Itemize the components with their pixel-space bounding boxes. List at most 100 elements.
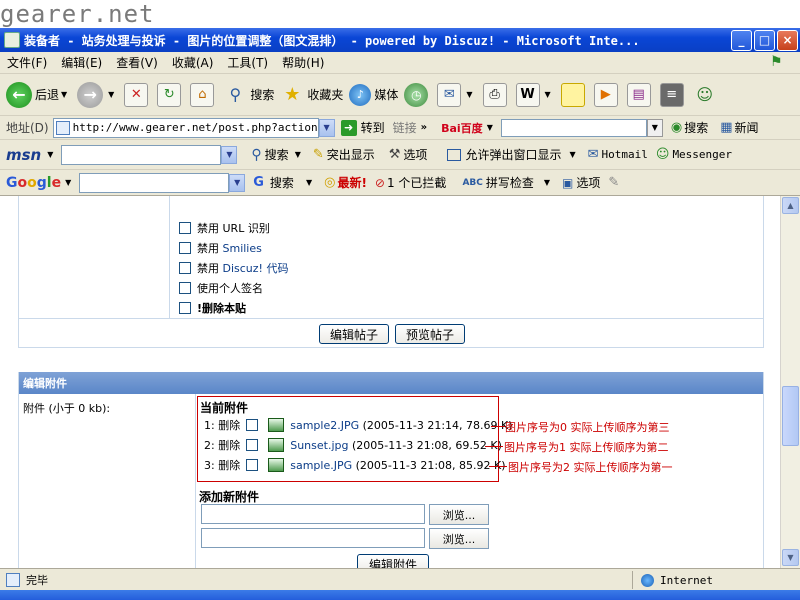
- chevron-down-icon[interactable]: ▼: [569, 150, 575, 159]
- baidu-news-button[interactable]: ▦ 新闻: [720, 119, 758, 136]
- google-logo[interactable]: Google: [6, 175, 61, 191]
- option-disable-discuz-code[interactable]: 禁用 Discuz! 代码: [179, 260, 288, 276]
- edit-attachment-button[interactable]: 编辑附件: [357, 554, 429, 568]
- attachment-filename-link[interactable]: sample.JPG: [290, 459, 352, 472]
- attachment-filename-link[interactable]: sample2.JPG: [290, 419, 359, 432]
- msn-search-button[interactable]: ⚲ 搜索 ▼: [251, 146, 304, 163]
- attachment-filename-link[interactable]: Sunset.jpg: [290, 439, 348, 452]
- home-button[interactable]: ⌂: [190, 82, 217, 107]
- minimize-button[interactable]: _: [731, 29, 752, 51]
- messenger-button[interactable]: ☺ Messenger: [656, 147, 732, 162]
- links-label[interactable]: 链接: [393, 119, 417, 136]
- search-icon: ⚲: [251, 146, 262, 163]
- chevron-down-icon[interactable]: ▼: [306, 178, 312, 187]
- chevron-down-icon[interactable]: ▼: [487, 123, 493, 132]
- baidu-logo[interactable]: Bai百度: [441, 120, 483, 136]
- disable-smilies-checkbox[interactable]: [179, 242, 191, 254]
- disable-discuz-checkbox[interactable]: [179, 262, 191, 274]
- new-attachment-input[interactable]: [201, 504, 425, 524]
- address-dropdown-icon[interactable]: ▼: [318, 118, 335, 137]
- baidu-search-input[interactable]: [500, 118, 647, 137]
- delete-attachment-checkbox[interactable]: [246, 459, 259, 471]
- history-button[interactable]: ◷: [404, 82, 431, 107]
- google-dropdown-icon[interactable]: ▼: [229, 173, 246, 192]
- google-search-button[interactable]: G 搜索 ▼: [253, 174, 316, 191]
- browse-button[interactable]: 浏览...: [429, 504, 489, 525]
- back-button[interactable]: ← 后退 ▼: [6, 81, 71, 108]
- player-button[interactable]: ▶: [593, 82, 621, 107]
- menu-bar: 文件(F) 编辑(E) 查看(V) 收藏(A) 工具(T) 帮助(H) ⚑: [0, 52, 800, 74]
- edit-button[interactable]: W ▼: [515, 82, 555, 107]
- menu-help[interactable]: 帮助(H): [275, 54, 331, 71]
- chevron-down-icon[interactable]: ▼: [545, 90, 551, 99]
- msn-logo[interactable]: msn: [6, 146, 41, 164]
- menu-file[interactable]: 文件(F): [0, 54, 54, 71]
- refresh-button[interactable]: ↻: [157, 82, 184, 107]
- chevron-down-icon[interactable]: ▼: [466, 90, 472, 99]
- delete-post-checkbox[interactable]: [179, 302, 191, 314]
- menu-edit[interactable]: 编辑(E): [54, 54, 109, 71]
- close-button[interactable]: ×: [777, 29, 798, 51]
- use-signature-checkbox[interactable]: [179, 282, 191, 294]
- notes-button[interactable]: [560, 82, 588, 107]
- edit-post-button[interactable]: 编辑帖子: [319, 324, 389, 344]
- chevron-down-icon[interactable]: ▼: [47, 150, 53, 159]
- maximize-button[interactable]: □: [754, 29, 775, 51]
- print-button[interactable]: ⎙: [482, 82, 510, 107]
- scroll-thumb[interactable]: [782, 386, 799, 446]
- go-button[interactable]: ➜ 转到: [340, 119, 385, 136]
- disable-url-checkbox[interactable]: [179, 222, 191, 234]
- forward-button[interactable]: → ▼: [77, 81, 118, 108]
- delete-attachment-checkbox[interactable]: [246, 439, 259, 451]
- msn-search-input[interactable]: [61, 144, 222, 165]
- chevron-down-icon[interactable]: ▼: [61, 90, 67, 99]
- scroll-down-icon[interactable]: ▼: [782, 549, 799, 566]
- option-delete-post[interactable]: !删除本贴: [179, 300, 246, 316]
- smilies-link[interactable]: Smilies: [223, 242, 262, 255]
- popup-blocker-button[interactable]: ⊘ 1 个已拦截: [375, 174, 447, 191]
- option-disable-url[interactable]: 禁用 URL 识别: [179, 220, 270, 236]
- browse-button[interactable]: 浏览...: [429, 528, 489, 549]
- pencil-button[interactable]: ✎: [608, 175, 619, 190]
- preview-post-button[interactable]: 预览帖子: [395, 324, 465, 344]
- menu-view[interactable]: 查看(V): [109, 54, 165, 71]
- highlight-button[interactable]: ✎ 突出显示: [313, 146, 375, 163]
- google-search-input[interactable]: [79, 172, 230, 193]
- search-button[interactable]: ⚲ 搜索: [223, 83, 274, 107]
- baidu-search-button[interactable]: ◉ 搜索: [671, 119, 708, 136]
- media-button[interactable]: ♪ 媒体: [349, 83, 398, 106]
- popup-toggle-button[interactable]: 允许弹出窗口显示 ▼: [447, 146, 579, 163]
- google-latest-button[interactable]: ◎ 最新!: [324, 174, 367, 191]
- hotmail-button[interactable]: ✉ Hotmail: [588, 147, 648, 162]
- menu-favorites[interactable]: 收藏(A): [165, 54, 221, 71]
- research-button[interactable]: ▤: [626, 82, 654, 107]
- archive-button[interactable]: ≡: [659, 82, 687, 107]
- discuz-code-link[interactable]: Discuz! 代码: [223, 260, 289, 276]
- mail-button[interactable]: ✉ ▼: [437, 82, 476, 107]
- history-icon: ◷: [404, 82, 429, 107]
- stop-button[interactable]: ✕: [124, 82, 151, 107]
- msn-dropdown-icon[interactable]: ▼: [221, 145, 238, 164]
- google-options-button[interactable]: ▣ 选项: [562, 174, 600, 191]
- chevron-down-icon[interactable]: ▼: [544, 178, 550, 187]
- chevron-down-icon[interactable]: ▼: [65, 178, 71, 187]
- archive-icon: ≡: [659, 82, 684, 107]
- window-titlebar[interactable]: 装备者 - 站务处理与投诉 - 图片的位置调整（图文混排） - powered …: [0, 28, 800, 52]
- menu-tools[interactable]: 工具(T): [220, 54, 275, 71]
- spellcheck-button[interactable]: ABC 拼写检查 ▼: [462, 174, 554, 191]
- delete-attachment-checkbox[interactable]: [246, 419, 259, 431]
- msn-options-button[interactable]: ⚒ 选项: [389, 146, 428, 163]
- messenger-button[interactable]: ☺: [693, 83, 720, 107]
- chevron-down-icon[interactable]: ▼: [108, 90, 114, 99]
- favorites-button[interactable]: ★ 收藏夹: [280, 83, 343, 107]
- chevron-right-icon[interactable]: »: [421, 122, 427, 133]
- option-use-signature[interactable]: 使用个人签名: [179, 280, 263, 296]
- baidu-dropdown-icon[interactable]: ▼: [646, 118, 663, 137]
- option-disable-smilies[interactable]: 禁用 Smilies: [179, 240, 262, 256]
- scroll-up-icon[interactable]: ▲: [782, 197, 799, 214]
- new-attachment-input[interactable]: [201, 528, 425, 548]
- chevron-down-icon[interactable]: ▼: [295, 150, 301, 159]
- address-input[interactable]: http://www.gearer.net/post.php?action=: [52, 117, 319, 138]
- security-zone[interactable]: Internet: [632, 571, 792, 589]
- vertical-scrollbar[interactable]: ▲ ▼: [780, 196, 800, 568]
